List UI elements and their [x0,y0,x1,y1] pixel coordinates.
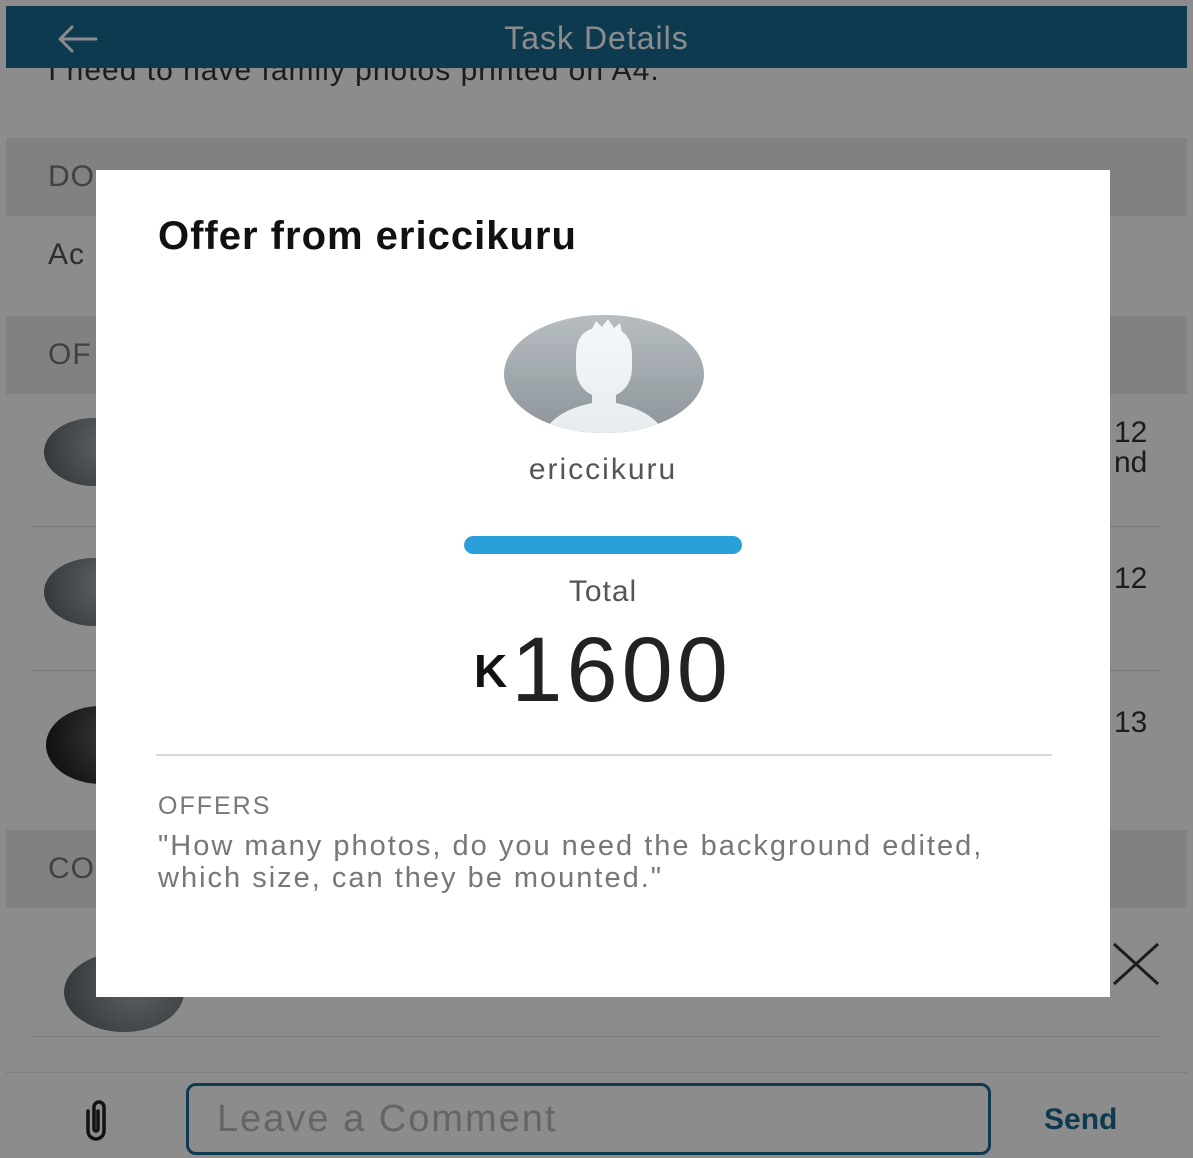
offer-dialog: Offer from ericcikuru ericcikuru Total K… [96,170,1110,997]
user-avatar [504,315,704,433]
offer-amount: 1600 [511,619,732,721]
offer-message: "How many photos, do you need the backgr… [158,830,984,894]
total-label: Total [568,575,638,608]
dialog-title: Offer from ericcikuru [158,214,577,258]
offer-progress-bar [464,536,742,554]
progress-fill [464,536,742,554]
currency-symbol: K [474,645,508,697]
user-placeholder-icon [544,319,664,433]
dialog-divider [156,754,1052,756]
task-details-screen: Task Details I need to have family photo… [0,0,1193,1158]
offer-username: ericcikuru [528,453,678,486]
offers-label: OFFERS [158,792,272,820]
offer-price: K1600 [96,618,1110,723]
